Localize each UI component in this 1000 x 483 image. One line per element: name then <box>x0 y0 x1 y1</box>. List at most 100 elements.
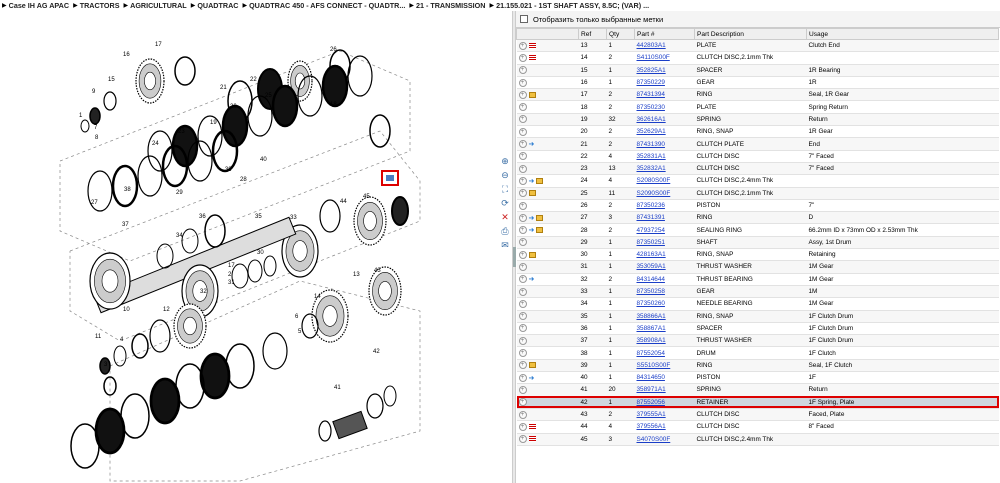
flag-icon[interactable] <box>528 42 536 49</box>
row-part-number[interactable]: 353059A1 <box>634 260 695 274</box>
row-part-number[interactable]: 87350230 <box>634 100 695 114</box>
part-number-link[interactable]: 358867A1 <box>637 325 666 332</box>
kit-box-icon[interactable] <box>536 227 544 234</box>
table-row[interactable]: + ➜ 21 2 87431390 CLUTCH PLATE End <box>516 137 999 151</box>
breadcrumb-item[interactable]: ▶ Case IH AG APAC <box>2 1 69 10</box>
add-to-cart-icon[interactable]: + <box>518 422 527 431</box>
add-to-cart-icon[interactable]: + <box>518 127 527 136</box>
row-part-number[interactable]: 87350251 <box>634 236 695 250</box>
table-row[interactable]: +44 4 379556A1 CLUTCH DISC 8" Faced <box>516 420 999 434</box>
add-to-cart-icon[interactable]: + <box>518 66 527 75</box>
table-row[interactable]: +42 1 87552056 RETAINER 1F Spring, Plate <box>516 396 999 409</box>
table-row[interactable]: +22 4 352831A1 CLUTCH DISC 7" Faced <box>516 150 999 163</box>
part-number-link[interactable]: S4070S00F <box>637 436 671 443</box>
table-row[interactable]: + ➜ 28 2 47937254 SEALING RING 66.2mm ID x 73m… <box>516 223 999 237</box>
table-row[interactable]: + ➜ 32 2 84314644 THRUST BEARING 1M Gear <box>516 273 999 286</box>
add-to-cart-icon[interactable]: + <box>518 385 527 394</box>
row-part-number[interactable]: S2090S00F <box>634 187 695 200</box>
part-number-link[interactable]: 87350236 <box>637 202 665 209</box>
show-selected-checkbox[interactable] <box>520 15 528 23</box>
table-row[interactable]: +43 2 379555A1 CLUTCH DISC Faced, Plate <box>516 408 999 422</box>
table-row[interactable]: +45 3 S4070S00F CLUTCH DISC,2.4mm Thk <box>516 433 999 446</box>
add-to-cart-icon[interactable]: + <box>518 275 527 284</box>
col-usage[interactable]: Usage <box>806 28 999 40</box>
add-to-cart-icon[interactable]: + <box>518 164 527 173</box>
add-to-cart-icon[interactable]: + <box>518 349 527 358</box>
add-to-cart-icon[interactable]: + <box>518 435 527 444</box>
add-to-cart-icon[interactable]: + <box>518 189 527 198</box>
add-to-cart-icon[interactable]: + <box>518 103 527 112</box>
table-row[interactable]: +18 2 87350230 PLATE Spring Return <box>516 100 999 114</box>
part-number-link[interactable]: 87431394 <box>637 91 665 98</box>
row-part-number[interactable]: 358866A1 <box>634 310 695 323</box>
part-number-link[interactable]: 84314644 <box>637 276 665 283</box>
part-number-link[interactable]: S5510S00F <box>637 362 671 369</box>
row-part-number[interactable]: 428163A1 <box>634 248 695 262</box>
part-number-link[interactable]: 352832A1 <box>637 165 666 172</box>
part-number-link[interactable]: 379556A1 <box>637 423 666 430</box>
add-to-cart-icon[interactable]: + <box>518 226 527 235</box>
part-number-link[interactable]: 358866A1 <box>637 313 666 320</box>
table-row[interactable]: +14 2 S4110S00F CLUTCH DISC,2.1mm Thk <box>516 51 999 65</box>
fit-to-window-icon[interactable]: ⛶ <box>498 183 512 196</box>
breadcrumb-item[interactable]: ▶ TRACTORS <box>73 1 119 10</box>
part-number-link[interactable]: 379555A1 <box>637 411 666 418</box>
row-part-number[interactable]: 352831A1 <box>634 150 695 163</box>
part-number-link[interactable]: 428163A1 <box>637 251 666 258</box>
table-row[interactable]: +29 1 87350251 SHAFT Assy, 1st Drum <box>516 236 999 250</box>
table-row[interactable]: + ➜ 40 1 84314650 PISTON 1F <box>516 371 999 385</box>
add-to-cart-icon[interactable]: + <box>518 213 527 222</box>
table-row[interactable]: +26 2 87350236 PISTON 7" <box>516 199 999 213</box>
row-part-number[interactable]: 87552056 <box>634 396 695 409</box>
part-number-link[interactable]: S2090S00F <box>637 190 671 197</box>
table-row[interactable]: +38 1 87552054 DRUM 1F Clutch <box>516 346 999 360</box>
part-number-link[interactable]: 87350230 <box>637 104 665 111</box>
flag-icon[interactable] <box>528 54 536 61</box>
clear-selection-icon[interactable]: ✕ <box>498 211 512 224</box>
row-part-number[interactable]: 87350229 <box>634 76 695 90</box>
kit-box-icon[interactable] <box>528 362 536 369</box>
row-part-number[interactable]: 352825A1 <box>634 64 695 77</box>
row-part-number[interactable]: 47937254 <box>634 223 695 237</box>
row-part-number[interactable]: 87431394 <box>634 88 695 102</box>
col-ref[interactable]: Ref <box>578 28 607 40</box>
part-number-link[interactable]: 362616A1 <box>637 116 666 123</box>
table-row[interactable]: +35 1 358866A1 RING, SNAP 1F Clutch Drum <box>516 310 999 323</box>
row-part-number[interactable]: 87350260 <box>634 297 695 311</box>
row-part-number[interactable]: 84314644 <box>634 273 695 286</box>
part-number-link[interactable]: 87431390 <box>637 141 665 148</box>
kit-box-icon[interactable] <box>528 91 536 98</box>
replacement-arrow-icon[interactable]: ➜ <box>529 140 535 148</box>
add-to-cart-icon[interactable]: + <box>518 90 527 99</box>
table-row[interactable]: +20 2 352629A1 RING, SNAP 1R Gear <box>516 125 999 139</box>
table-row[interactable]: +39 1 S5510S00F RING Seal, 1F Clutch <box>516 359 999 373</box>
row-part-number[interactable]: 442803A1 <box>634 39 695 53</box>
replacement-arrow-icon[interactable]: ➜ <box>529 177 535 185</box>
add-to-cart-icon[interactable]: + <box>518 152 527 161</box>
table-row[interactable]: +17 2 87431394 RING Seal, 1R Gear <box>516 88 999 102</box>
table-row[interactable]: +16 1 87350229 GEAR 1R <box>516 76 999 90</box>
add-to-cart-icon[interactable]: + <box>518 410 527 419</box>
add-to-cart-icon[interactable]: + <box>518 201 527 210</box>
col-description[interactable]: Part Description <box>694 28 807 40</box>
kit-box-icon[interactable] <box>528 190 536 197</box>
table-row[interactable]: +33 1 87350258 GEAR 1M <box>516 285 999 299</box>
part-number-link[interactable]: 87552054 <box>637 350 665 357</box>
add-to-cart-icon[interactable]: + <box>518 373 527 382</box>
part-number-link[interactable]: S4110S00F <box>637 54 670 61</box>
add-to-cart-icon[interactable]: + <box>518 312 527 321</box>
row-part-number[interactable]: 84314650 <box>634 371 695 385</box>
part-number-link[interactable]: 84314650 <box>637 374 665 381</box>
part-number-link[interactable]: 358971A1 <box>637 386 666 393</box>
add-to-cart-icon[interactable]: + <box>518 250 527 259</box>
breadcrumb-item[interactable]: ▶ 21.155.021 - 1ST SHAFT ASSY, 8.5C; (VAR… <box>489 1 649 10</box>
replacement-arrow-icon[interactable]: ➜ <box>529 226 535 234</box>
table-row[interactable]: +23 13 352832A1 CLUTCH DISC 7" Faced <box>516 162 999 176</box>
add-to-cart-icon[interactable]: + <box>518 41 527 50</box>
table-row[interactable]: +19 32 362616A1 SPRING Return <box>516 113 999 127</box>
table-row[interactable]: +13 1 442803A1 PLATE Clutch End <box>516 39 999 53</box>
add-to-cart-icon[interactable]: + <box>518 299 527 308</box>
replacement-arrow-icon[interactable]: ➜ <box>529 214 535 222</box>
row-part-number[interactable]: 379555A1 <box>634 408 695 422</box>
add-to-cart-icon[interactable]: + <box>518 336 527 345</box>
